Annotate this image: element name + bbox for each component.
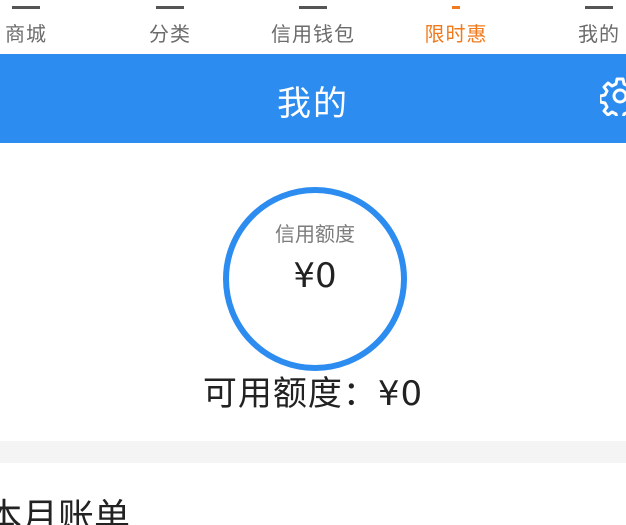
page-header: 我的 [0,54,626,143]
tab-mall[interactable]: 商城 [0,0,86,54]
tab-label-flash-sale: 限时惠 [424,22,488,46]
flash-sale-icon [452,0,460,9]
gear-icon[interactable] [600,76,626,116]
available-credit: 可用额度：¥0 [202,374,424,414]
tab-label-credit-wallet: 信用钱包 [271,22,355,46]
section-divider [0,441,626,463]
tab-credit-wallet[interactable]: 信用钱包 [253,0,373,54]
wallet-icon [299,0,327,9]
home-icon [12,0,40,9]
tab-category[interactable]: 分类 [110,0,230,54]
credit-limit-value: ¥0 [293,256,337,296]
page-title: 我的 [277,84,349,124]
user-icon [585,0,613,9]
top-tab-bar: 商城 分类 信用钱包 限时惠 我的 [0,0,626,54]
app-page: 商城 分类 信用钱包 限时惠 我的 我的 信用额度 ¥0 可用额度：¥0 本月账… [0,0,626,525]
tab-flash-sale[interactable]: 限时惠 [396,0,516,54]
tab-label-mall: 商城 [5,22,47,46]
credit-limit-label: 信用额度 [275,222,355,246]
tab-label-category: 分类 [149,22,191,46]
monthly-bill-title[interactable]: 本月账单 [0,488,130,525]
category-icon [156,0,184,9]
tab-mine[interactable]: 我的 [539,0,626,54]
tab-label-mine: 我的 [578,22,620,46]
